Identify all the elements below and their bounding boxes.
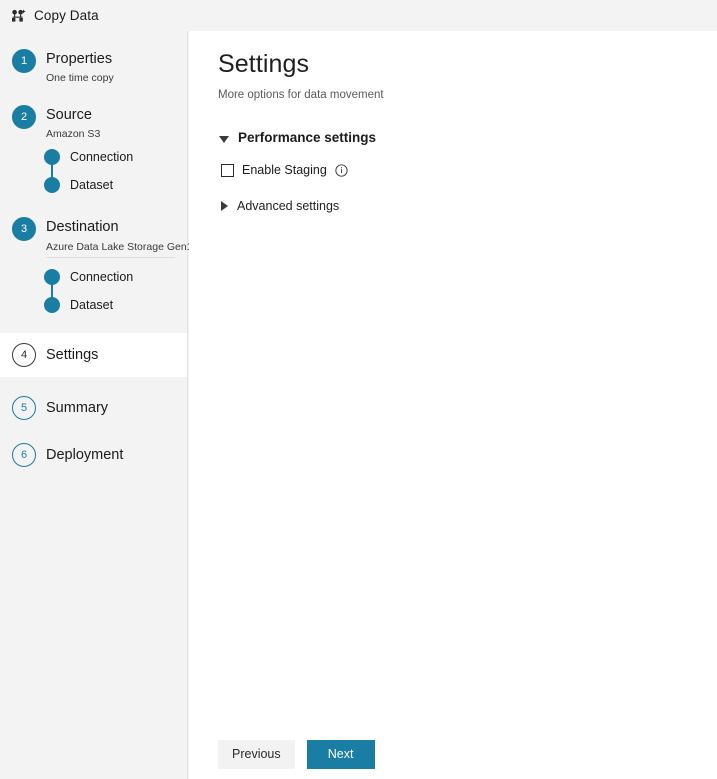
sidebar-step-source[interactable]: 2 Source Amazon S3 [0,104,187,141]
step-number-2: 2 [12,105,36,129]
advanced-settings-label: Advanced settings [237,199,340,213]
copy-data-icon [12,8,26,22]
enable-staging-checkbox[interactable] [221,163,234,177]
sidebar-step-destination[interactable]: 3 Destination Azure Data Lake Storage Ge… [0,216,193,258]
step-number-6: 6 [12,443,36,467]
step-number-5: 5 [12,396,36,420]
substeps-destination: Connection Dataset [0,263,187,319]
sidebar-substep-destination-connection[interactable]: Connection [44,263,187,291]
performance-settings-header[interactable]: Performance settings [218,129,717,147]
step-subtitle-properties: One time copy [46,72,114,84]
step-text-destination: Destination Azure Data Lake Storage Gen1 [46,216,193,258]
window-titlebar: Copy Data [0,0,717,31]
step-title-summary: Summary [46,400,109,416]
sidebar-step-settings[interactable]: 4 Settings [0,333,187,377]
sidebar-substep-source-connection[interactable]: Connection [44,143,187,171]
substep-dot [44,269,60,285]
substep-label: Dataset [70,298,114,312]
sidebar-substep-source-dataset[interactable]: Dataset [44,171,187,199]
page-title: Settings [218,50,310,78]
step-text-deployment: Deployment [46,445,123,465]
sidebar-step-summary[interactable]: 5 Summary [0,391,187,425]
step-title-deployment: Deployment [46,447,124,463]
step-title-destination: Destination [46,219,119,235]
step-subtitle-destination: Azure Data Lake Storage Gen1 [46,240,193,258]
substep-dot [44,297,60,313]
step-title-settings: Settings [46,347,99,363]
sidebar-substep-destination-dataset[interactable]: Dataset [44,291,187,319]
main-panel: Settings More options for data movement … [189,31,717,779]
performance-settings-label: Performance settings [238,130,377,145]
info-icon[interactable] [335,163,348,177]
sidebar-step-deployment[interactable]: 6 Deployment [0,438,187,472]
previous-button[interactable]: Previous [218,740,295,769]
step-text-source: Source Amazon S3 [46,104,100,141]
substep-label: Dataset [70,178,114,192]
copy-data-wizard: Copy Data 1 Properties One time copy 2 S… [0,0,717,779]
substep-label: Connection [70,270,134,284]
step-text-settings: Settings [46,345,98,365]
performance-settings-section: Performance settings Enable Staging [218,129,717,178]
chevron-right-icon[interactable] [221,201,228,211]
wizard-footer: Previous Next [218,740,375,769]
step-number-1: 1 [12,49,36,73]
step-number-3: 3 [12,217,36,241]
panel-content: Settings More options for data movement … [218,47,717,215]
substep-dot [44,177,60,193]
chevron-down-icon[interactable] [219,135,229,143]
page-subtitle: More options for data movement [218,89,384,101]
step-text-properties: Properties One time copy [46,48,114,85]
enable-staging-label: Enable Staging [242,163,327,177]
step-subtitle-source: Amazon S3 [46,128,101,140]
enable-staging-row[interactable]: Enable Staging [221,162,717,178]
substeps-source: Connection Dataset [0,143,187,199]
window-title: Copy Data [34,8,99,23]
step-title-source: Source [46,107,92,123]
substep-label: Connection [70,150,134,164]
wizard-sidebar: 1 Properties One time copy 2 Source Amaz… [0,31,193,779]
substep-dot [44,149,60,165]
advanced-settings-header[interactable]: Advanced settings [218,197,717,215]
step-text-summary: Summary [46,398,108,418]
sidebar-step-properties[interactable]: 1 Properties One time copy [0,48,187,85]
step-number-4: 4 [12,343,36,367]
next-button[interactable]: Next [306,740,375,769]
step-title-properties: Properties [46,51,113,67]
